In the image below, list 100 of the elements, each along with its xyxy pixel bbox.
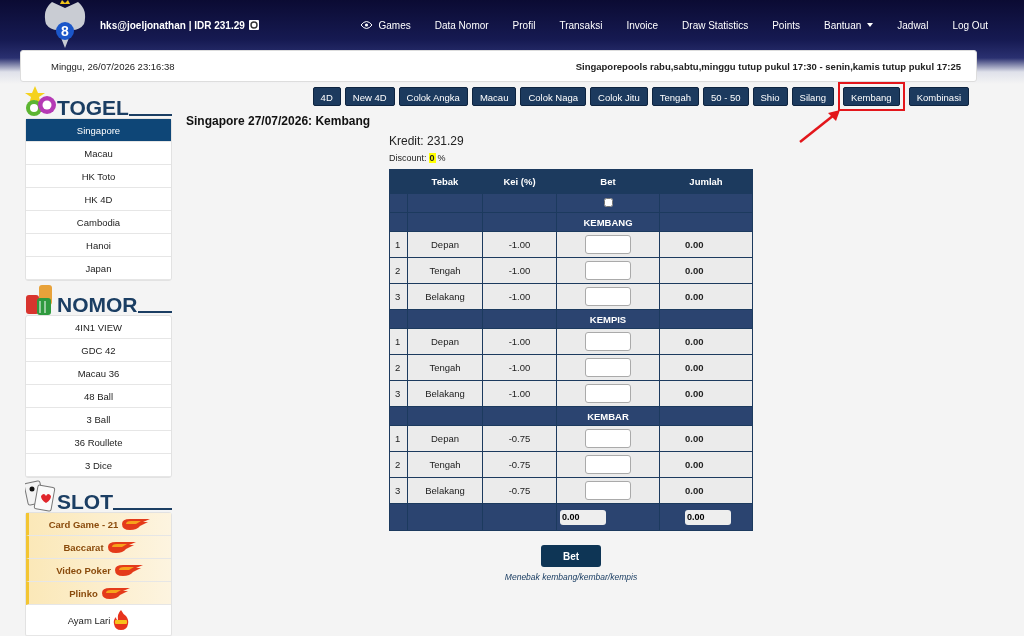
table-cell: 0.00: [659, 380, 753, 407]
sidebar-item[interactable]: HK Toto: [26, 165, 171, 188]
game-tab[interactable]: Kembang: [842, 86, 900, 106]
total-bet-field[interactable]: 0.00: [560, 509, 606, 525]
lottery-balls-icon: [25, 86, 57, 118]
bet-input[interactable]: [585, 481, 631, 500]
total-amount-field[interactable]: 0.00: [685, 509, 731, 525]
hot-badge-icon: [121, 518, 152, 530]
bet-input[interactable]: [585, 384, 631, 403]
sidebar-item[interactable]: 4IN1 VIEW: [26, 316, 171, 339]
table-cell: 0.00: [659, 425, 753, 452]
table-cell: -1.00: [482, 354, 557, 381]
table-cell: -1.00: [482, 328, 557, 355]
row-number: 1: [389, 328, 408, 355]
sidebar-item[interactable]: 3 Ball: [26, 408, 171, 431]
table-cell: Tengah: [407, 257, 483, 284]
bet-input[interactable]: [585, 429, 631, 448]
bet-button[interactable]: Bet: [541, 545, 601, 567]
bet-input[interactable]: [585, 332, 631, 351]
row-number: 3: [389, 477, 408, 504]
sidebar-item[interactable]: Macau: [26, 142, 171, 165]
sidebar-item[interactable]: Macau 36: [26, 362, 171, 385]
row-number: 3: [389, 283, 408, 310]
row-number: 2: [389, 354, 408, 381]
nav-link[interactable]: Log Out: [940, 19, 1000, 31]
table-cell: Depan: [407, 425, 483, 452]
sidebar-item[interactable]: Baccarat: [26, 536, 171, 559]
hot-badge-icon: [106, 541, 137, 553]
sidebar-item[interactable]: GDC 42: [26, 339, 171, 362]
schedule-notice: Singaporepools rabu,sabtu,minggu tutup pukul 17:30 - senin,kamis tutup pukul 17:25: [575, 60, 961, 72]
column-header: Bet: [556, 169, 660, 194]
sidebar-item[interactable]: Hanoi: [26, 234, 171, 257]
sidebar-item[interactable]: Card Game - 21: [26, 513, 171, 536]
flame-badge-icon: [113, 610, 130, 630]
nav-link[interactable]: Games: [349, 19, 423, 31]
bet-input[interactable]: [585, 358, 631, 377]
game-tab[interactable]: 4D: [312, 86, 341, 106]
table-cell: 0.00: [659, 328, 753, 355]
nav-link[interactable]: Invoice: [614, 19, 671, 31]
game-tab[interactable]: 50 - 50: [702, 86, 749, 106]
column-header: Kei (%): [482, 169, 557, 194]
game-tab[interactable]: Shio: [752, 86, 788, 106]
table-cell: Tengah: [407, 354, 483, 381]
sidebar-item[interactable]: Video Poker: [26, 559, 171, 582]
discount-label: Discount:: [389, 153, 427, 163]
credit-text: Kredit: 231.29: [389, 134, 465, 148]
bet-input[interactable]: [585, 261, 631, 280]
percent-sign: %: [437, 153, 446, 163]
table-cell: 0.00: [659, 354, 753, 381]
table-cell: Belakang: [407, 477, 483, 504]
table-cell: 0.00: [659, 257, 753, 284]
game-tab[interactable]: Tengah: [651, 86, 699, 106]
nav-link[interactable]: Data Nomor: [422, 19, 501, 31]
column-header: Tebak: [407, 169, 483, 194]
nav-link[interactable]: Jadwal: [885, 19, 941, 31]
game-tab[interactable]: Colok Jitu: [590, 86, 648, 106]
date-time: Minggu, 26/07/2026 23:16:38: [51, 60, 175, 72]
sidebar-item[interactable]: 36 Roullete: [26, 431, 171, 454]
sidebar-item[interactable]: Plinko: [26, 582, 171, 605]
table-cell: 0.00: [659, 283, 753, 310]
sidebar-item[interactable]: 3 Dice: [26, 454, 171, 477]
sidebar-item[interactable]: Cambodia: [26, 211, 171, 234]
game-tab[interactable]: New 4D: [344, 86, 395, 106]
sidebar-item[interactable]: 48 Ball: [26, 385, 171, 408]
row-number: 2: [389, 451, 408, 478]
section-heading: NOMOR: [57, 294, 138, 315]
game-tab[interactable]: Macau: [471, 86, 517, 106]
table-cell: -0.75: [482, 477, 557, 504]
sidebar-item[interactable]: Singapore: [26, 119, 171, 142]
table-cell: -1.00: [482, 257, 557, 284]
table-cell: -0.75: [482, 425, 557, 452]
bet-input[interactable]: [585, 287, 631, 306]
nav-link[interactable]: Draw Statistics: [670, 19, 761, 31]
table-cell: -1.00: [482, 231, 557, 258]
column-header: Jumlah: [659, 169, 753, 194]
table-cell: Belakang: [407, 380, 483, 407]
game-tab[interactable]: Colok Angka: [398, 86, 468, 106]
sidebar-item[interactable]: Ayam Lari: [26, 605, 171, 636]
nav-link[interactable]: Transaksi: [547, 19, 615, 31]
hot-badge-icon: [100, 587, 131, 599]
row-number: 3: [389, 380, 408, 407]
game-tab[interactable]: Colok Naga: [520, 86, 587, 106]
eye-icon: [361, 21, 373, 29]
section-heading: SLOT: [57, 491, 113, 512]
table-cell: -0.75: [482, 451, 557, 478]
sidebar-item[interactable]: Japan: [26, 257, 171, 280]
nav-link[interactable]: Points: [760, 19, 812, 31]
nav-link[interactable]: Bantuan: [812, 19, 886, 31]
game-tab[interactable]: Kombinasi: [908, 86, 969, 106]
bet-input[interactable]: [585, 455, 631, 474]
refresh-icon[interactable]: [248, 20, 259, 30]
discount-value: 0: [428, 153, 436, 163]
nav-link[interactable]: Profil: [500, 19, 548, 31]
hint-text: Menebak kembang/kembar/kempis: [504, 572, 638, 582]
game-tab[interactable]: Silang: [791, 86, 834, 106]
caret-icon: [867, 23, 874, 27]
sidebar-item[interactable]: HK 4D: [26, 188, 171, 211]
bet-input[interactable]: [585, 235, 631, 254]
select-all-checkbox[interactable]: [603, 197, 613, 207]
table-cell: Belakang: [407, 283, 483, 310]
